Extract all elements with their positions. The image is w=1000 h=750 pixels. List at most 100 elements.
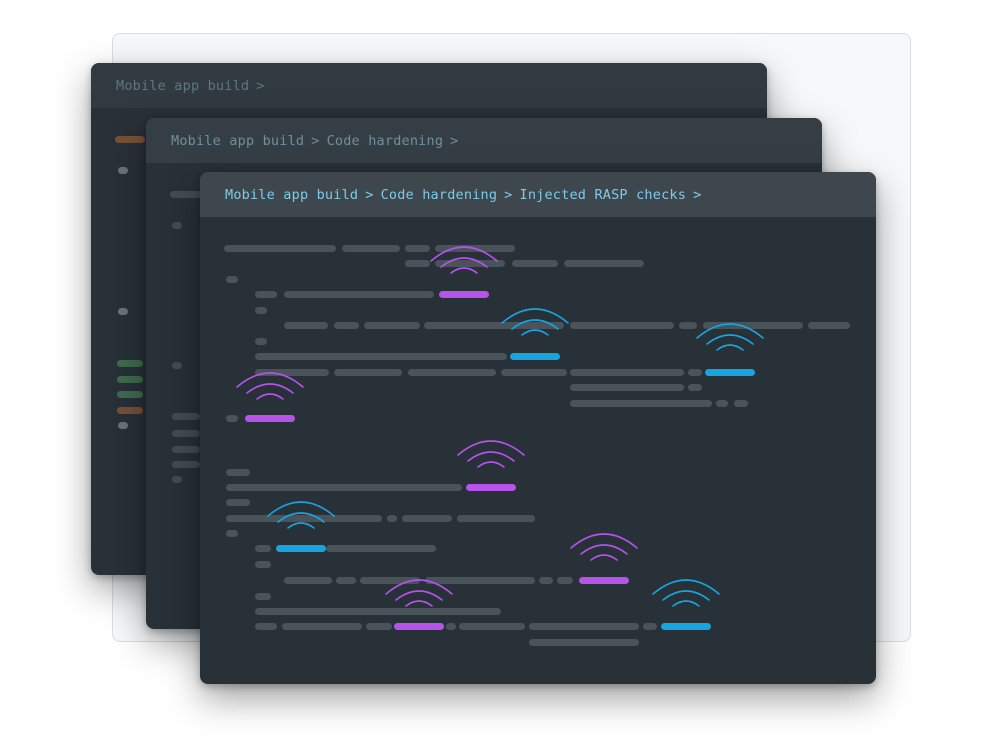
breadcrumb-item[interactable]: Code hardening — [381, 187, 498, 203]
window-injected-rasp-checks: Mobile app build > Code hardening > Inje… — [200, 172, 876, 684]
code-line — [226, 469, 250, 476]
breadcrumb-item[interactable]: Mobile app build — [225, 187, 358, 203]
code-line — [342, 245, 400, 252]
signal-waves-icon — [267, 501, 335, 529]
code-line — [226, 499, 250, 506]
code-line — [529, 639, 639, 646]
code-line — [117, 360, 143, 367]
code-line — [255, 307, 267, 314]
code-line — [117, 376, 143, 383]
code-line — [688, 369, 702, 376]
code-line — [564, 260, 644, 267]
code-line — [446, 623, 456, 630]
breadcrumb-item-current[interactable]: Injected RASP checks — [520, 187, 687, 203]
code-line — [336, 577, 356, 584]
code-line — [808, 322, 850, 329]
code-line — [226, 415, 238, 422]
code-line — [117, 391, 143, 398]
code-line — [172, 413, 200, 420]
code-line — [643, 623, 657, 630]
signal-waves-icon — [457, 440, 525, 468]
signal-waves-icon — [385, 579, 453, 607]
signal-waves-icon — [501, 308, 569, 336]
code-line — [226, 276, 238, 283]
code-line — [172, 222, 182, 229]
code-line — [334, 369, 402, 376]
code-line — [284, 577, 332, 584]
code-line — [255, 593, 271, 600]
breadcrumb-item[interactable]: Mobile app build — [171, 133, 304, 149]
code-line — [459, 623, 525, 630]
code-line — [117, 407, 143, 414]
code-line — [557, 577, 573, 584]
code-line — [570, 384, 684, 391]
code-line — [172, 476, 182, 483]
code-line — [172, 430, 200, 437]
code-line — [172, 461, 200, 468]
code-line — [255, 561, 271, 568]
breadcrumb-separator: > — [693, 186, 702, 203]
code-line — [364, 322, 420, 329]
code-line — [402, 515, 452, 522]
code-line — [172, 446, 200, 453]
rasp-check-marker[interactable] — [394, 623, 444, 630]
code-line — [716, 400, 728, 407]
code-line — [282, 623, 362, 630]
code-line — [457, 515, 535, 522]
code-line — [512, 260, 558, 267]
code-line — [284, 291, 434, 298]
breadcrumb-separator: > — [311, 132, 320, 149]
rasp-check-marker[interactable] — [276, 545, 326, 552]
rasp-check-marker[interactable] — [439, 291, 489, 298]
code-line — [334, 322, 359, 329]
code-line — [255, 623, 277, 630]
code-line — [118, 308, 128, 315]
signal-waves-icon — [652, 579, 720, 607]
code-line — [255, 338, 267, 345]
code-line — [734, 400, 748, 407]
code-line — [539, 577, 553, 584]
code-line — [255, 545, 271, 552]
code-line — [224, 245, 336, 252]
breadcrumb-separator: > — [504, 186, 513, 203]
breadcrumb-item[interactable]: Mobile app build — [116, 78, 249, 94]
code-line — [326, 545, 436, 552]
code-line — [570, 369, 684, 376]
code-line — [118, 422, 128, 429]
code-line — [255, 353, 507, 360]
code-line — [570, 322, 674, 329]
signal-waves-icon — [570, 533, 638, 561]
code-line — [172, 362, 182, 369]
code-line — [226, 484, 462, 491]
rasp-check-marker[interactable] — [245, 415, 295, 422]
code-line — [284, 322, 328, 329]
breadcrumb: Mobile app build > Code hardening > Inje… — [200, 172, 876, 217]
breadcrumb: Mobile app build > Code hardening > — [146, 118, 822, 163]
code-line — [501, 369, 567, 376]
code-line — [405, 260, 430, 267]
rasp-check-marker[interactable] — [466, 484, 516, 491]
signal-waves-icon — [430, 246, 498, 274]
rasp-check-marker[interactable] — [579, 577, 629, 584]
breadcrumb: Mobile app build > — [91, 63, 767, 108]
code-line — [115, 136, 145, 143]
code-line — [255, 291, 277, 298]
code-line — [688, 384, 702, 391]
code-line — [408, 369, 496, 376]
code-line — [570, 400, 712, 407]
breadcrumb-separator: > — [450, 132, 459, 149]
signal-waves-icon — [236, 372, 304, 400]
code-line — [405, 245, 430, 252]
rasp-check-marker[interactable] — [705, 369, 755, 376]
code-line — [255, 608, 501, 615]
code-view — [200, 217, 876, 684]
rasp-check-marker[interactable] — [510, 353, 560, 360]
code-line — [118, 167, 128, 174]
breadcrumb-item[interactable]: Code hardening — [327, 133, 444, 149]
signal-waves-icon — [696, 323, 764, 351]
code-line — [387, 515, 397, 522]
code-line — [529, 623, 639, 630]
rasp-check-marker[interactable] — [661, 623, 711, 630]
breadcrumb-separator: > — [256, 77, 265, 94]
code-line — [366, 623, 392, 630]
